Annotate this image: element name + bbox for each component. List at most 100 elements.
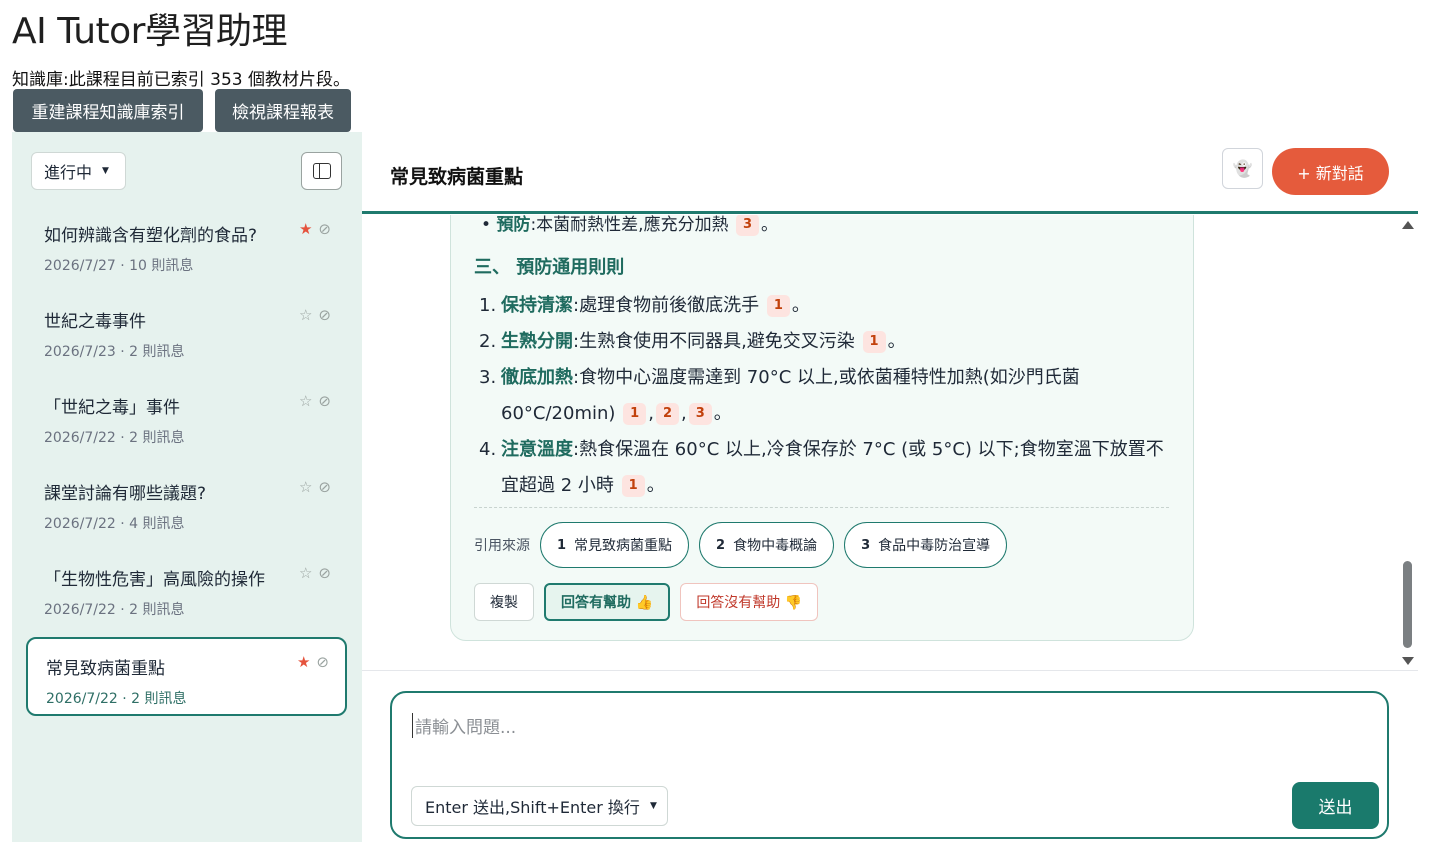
view-report-button[interactable]: 檢視課程報表 bbox=[215, 89, 351, 132]
conversation-meta: 2026/7/23 · 2 則訊息 bbox=[44, 344, 185, 360]
list-item: 2. 生熟分開:生熟食使用不同器具,避免交叉污染 1。 bbox=[479, 324, 1179, 360]
sources-row: 引用來源 1 常見致病菌重點 2 食物中毒概論 3 食品中毒防治宣導 bbox=[474, 522, 1008, 568]
conversation-title: 世紀之毒事件 bbox=[44, 312, 146, 332]
item-text: :處理食物前後徹底洗手 bbox=[573, 295, 760, 316]
conversation-meta: 2026/7/22 · 2 則訊息 bbox=[46, 691, 187, 707]
citation-badge[interactable]: 2 bbox=[655, 403, 679, 425]
archive-icon[interactable]: ⊘ bbox=[316, 653, 329, 671]
citation-badge[interactable]: 1 bbox=[621, 475, 645, 497]
list-item: 3. 徹底加熱:食物中心溫度需達到 70°C 以上,或依菌種特性加熱(如沙門氏菌 … bbox=[479, 360, 1179, 432]
source-number: 2 bbox=[716, 537, 726, 553]
copy-button[interactable]: 複製 bbox=[474, 583, 534, 621]
source-chip[interactable]: 3 食品中毒防治宣導 bbox=[844, 522, 1008, 568]
cut-end: 。 bbox=[761, 215, 779, 235]
status-filter-select[interactable]: 進行中 ▼ bbox=[31, 152, 126, 190]
send-mode-value: Enter 送出,Shift+Enter 換行 bbox=[425, 798, 640, 817]
chat-title: 常見致病菌重點 bbox=[390, 166, 524, 188]
citation-badge[interactable]: 1 bbox=[862, 331, 886, 353]
archive-icon[interactable]: ⊘ bbox=[318, 478, 331, 496]
new-chat-button[interactable]: + 新對話 bbox=[1272, 148, 1389, 195]
list-number: 3. bbox=[479, 367, 497, 388]
item-keyword: 生熟分開 bbox=[501, 331, 573, 352]
item-keyword: 注意溫度 bbox=[501, 439, 573, 460]
rebuild-index-button[interactable]: 重建課程知識庫索引 bbox=[13, 89, 203, 132]
question-input[interactable]: 請輸入問題... bbox=[412, 713, 516, 738]
conversation-meta: 2026/7/27 · 10 則訊息 bbox=[44, 258, 194, 274]
chat-header: 常見致病菌重點 👻 + 新對話 bbox=[362, 132, 1418, 214]
helpful-button[interactable]: 回答有幫助 👍 bbox=[544, 583, 671, 621]
item-keyword: 保持清潔 bbox=[501, 295, 573, 316]
conversation-meta: 2026/7/22 · 2 則訊息 bbox=[44, 430, 185, 446]
list-number: 1. bbox=[479, 295, 497, 316]
source-name: 常見致病菌重點 bbox=[574, 538, 673, 554]
star-icon[interactable]: ★ bbox=[297, 653, 310, 671]
ghost-mode-button[interactable]: 👻 bbox=[1222, 148, 1263, 189]
list-item: 1. 保持清潔:處理食物前後徹底洗手 1。 bbox=[479, 288, 1179, 324]
star-icon[interactable]: ☆ bbox=[299, 306, 312, 324]
star-icon[interactable]: ★ bbox=[299, 220, 312, 238]
message-actions: 複製 回答有幫助 👍 回答沒有幫助 👎 bbox=[474, 583, 819, 621]
star-icon[interactable]: ☆ bbox=[299, 564, 312, 582]
citation-badge[interactable]: 3 bbox=[688, 403, 712, 425]
knowledge-base-info: 知識庫:此課程目前已索引 353 個教材片段。 bbox=[12, 70, 350, 90]
cut-text: :本菌耐熱性差,應充分加熱 bbox=[530, 215, 729, 235]
source-name: 食物中毒概論 bbox=[733, 538, 818, 554]
message-divider bbox=[474, 507, 1169, 508]
conversation-title: 課堂討論有哪些議題? bbox=[44, 484, 207, 504]
conversation-title: 「生物性危害」高風險的操作 bbox=[44, 570, 265, 590]
sources-label: 引用來源 bbox=[474, 538, 530, 554]
citation-badge[interactable]: 3 bbox=[735, 215, 760, 236]
conversation-item[interactable]: 課堂討論有哪些議題? 2026/7/22 · 4 則訊息 ☆ ⊘ bbox=[26, 464, 347, 543]
source-chip[interactable]: 1 常見致病菌重點 bbox=[540, 522, 690, 568]
source-number: 3 bbox=[861, 537, 871, 553]
item-keyword: 徹底加熱 bbox=[501, 367, 573, 388]
archive-icon[interactable]: ⊘ bbox=[318, 564, 331, 582]
conversation-sidebar: 進行中 ▼ 如何辨識含有塑化劑的食品? 2026/7/27 · 10 則訊息 ★… bbox=[12, 132, 362, 842]
not-helpful-button[interactable]: 回答沒有幫助 👎 bbox=[680, 583, 819, 621]
archive-icon[interactable]: ⊘ bbox=[318, 306, 331, 324]
star-icon[interactable]: ☆ bbox=[299, 478, 312, 496]
sidebar-panel-icon bbox=[312, 163, 331, 179]
chevron-down-icon: ▼ bbox=[102, 166, 109, 176]
cut-bold: 預防 bbox=[496, 215, 531, 235]
archive-icon[interactable]: ⊘ bbox=[318, 220, 331, 238]
numbered-list: 1. 保持清潔:處理食物前後徹底洗手 1。 2. 生熟分開:生熟食使用不同器具,避免… bbox=[479, 288, 1179, 504]
conversation-item[interactable]: 如何辨識含有塑化劑的食品? 2026/7/27 · 10 則訊息 ★ ⊘ bbox=[26, 206, 347, 285]
ghost-icon: 👻 bbox=[1232, 159, 1253, 178]
list-number: 2. bbox=[479, 331, 497, 352]
conversation-meta: 2026/7/22 · 4 則訊息 bbox=[44, 516, 185, 532]
source-name: 食品中毒防治宣導 bbox=[878, 538, 991, 554]
send-button[interactable]: 送出 bbox=[1292, 782, 1379, 829]
chat-scrollbar[interactable] bbox=[1397, 215, 1418, 671]
conversation-item-active[interactable]: 常見致病菌重點 2026/7/22 · 2 則訊息 ★ ⊘ bbox=[26, 637, 347, 716]
conversation-item[interactable]: 「生物性危害」高風險的操作 2026/7/22 · 2 則訊息 ☆ ⊘ bbox=[26, 550, 347, 629]
archive-icon[interactable]: ⊘ bbox=[318, 392, 331, 410]
citation-badge[interactable]: 1 bbox=[623, 403, 647, 425]
message-partial-line: • 預防:本菌耐熱性差,應充分加熱 3。 bbox=[481, 215, 779, 236]
citation-badge[interactable]: 1 bbox=[766, 295, 790, 317]
conversation-title: 常見致病菌重點 bbox=[46, 659, 165, 679]
app-title: AI Tutor學習助理 bbox=[12, 11, 287, 52]
collapse-sidebar-button[interactable] bbox=[301, 152, 342, 190]
conversation-meta: 2026/7/22 · 2 則訊息 bbox=[44, 602, 185, 618]
source-chip[interactable]: 2 食物中毒概論 bbox=[699, 522, 835, 568]
conversation-item[interactable]: 世紀之毒事件 2026/7/23 · 2 則訊息 ☆ ⊘ bbox=[26, 292, 347, 371]
item-text: :食物中心溫度需達到 70°C 以上,或依菌種特性加熱(如沙門氏菌 60°C/2… bbox=[501, 367, 1080, 424]
item-text: :熱食保溫在 60°C 以上,冷食保存於 7°C (或 5°C) 以下;食物室溫… bbox=[501, 439, 1164, 496]
assistant-message: • 預防:本菌耐熱性差,應充分加熱 3。 三、 預防通用則則 1. 保持清潔:處理… bbox=[450, 215, 1194, 641]
star-icon[interactable]: ☆ bbox=[299, 392, 312, 410]
source-number: 1 bbox=[557, 537, 567, 553]
scroll-down-arrow-icon[interactable] bbox=[1402, 657, 1414, 665]
conversation-item[interactable]: 「世紀之毒」事件 2026/7/22 · 2 則訊息 ☆ ⊘ bbox=[26, 378, 347, 457]
list-item: 4. 注意溫度:熱食保溫在 60°C 以上,冷食保存於 7°C (或 5°C) 以… bbox=[479, 432, 1179, 504]
send-mode-select[interactable]: Enter 送出,Shift+Enter 換行 ▼ bbox=[411, 786, 668, 826]
list-number: 4. bbox=[479, 439, 497, 460]
section-title: 三、 預防通用則則 bbox=[474, 257, 625, 278]
status-filter-value: 進行中 bbox=[44, 163, 93, 182]
conversation-title: 「世紀之毒」事件 bbox=[44, 398, 180, 418]
message-composer: 請輸入問題... Enter 送出,Shift+Enter 換行 ▼ 送出 bbox=[390, 691, 1389, 839]
scrollbar-thumb[interactable] bbox=[1403, 561, 1412, 648]
conversation-title: 如何辨識含有塑化劑的食品? bbox=[44, 226, 258, 246]
scroll-up-arrow-icon[interactable] bbox=[1402, 221, 1414, 229]
chat-messages: • 預防:本菌耐熱性差,應充分加熱 3。 三、 預防通用則則 1. 保持清潔:處理… bbox=[362, 215, 1418, 671]
